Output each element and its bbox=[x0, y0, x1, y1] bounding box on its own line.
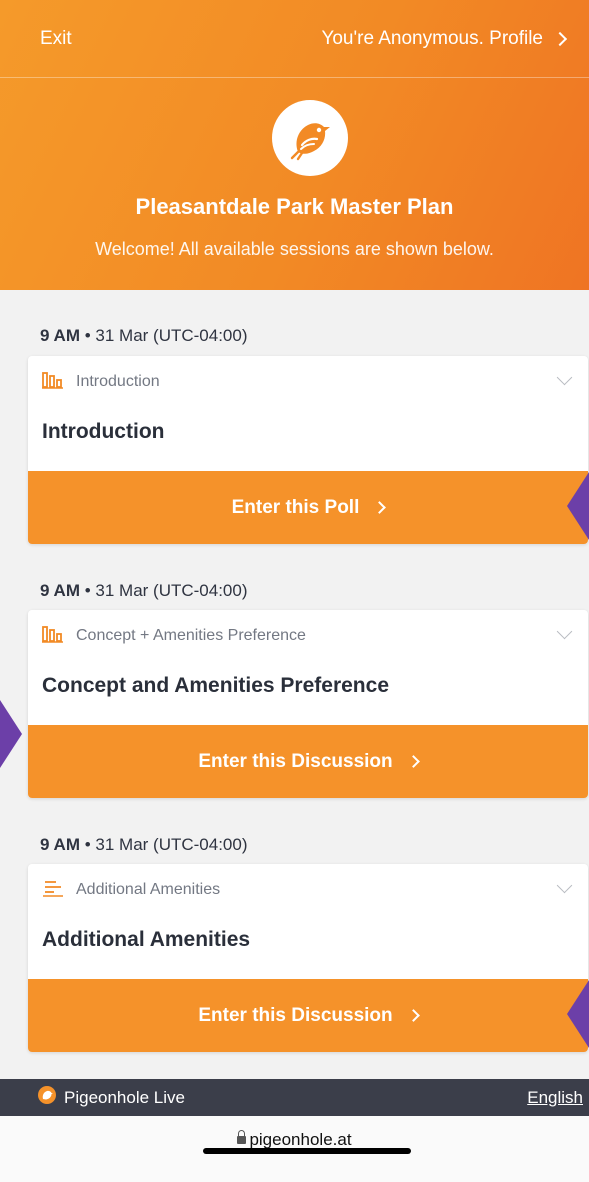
side-tab-right[interactable] bbox=[567, 980, 589, 1048]
footer-brand[interactable]: Pigeonhole Live bbox=[38, 1086, 185, 1109]
session-time-hour: 9 AM bbox=[40, 835, 80, 854]
language-selector[interactable]: English bbox=[527, 1088, 583, 1108]
chevron-down-icon[interactable] bbox=[556, 877, 573, 894]
session-title: Additional Amenities bbox=[42, 928, 251, 951]
enter-poll-button[interactable]: Enter this Poll bbox=[28, 471, 588, 544]
profile-link[interactable]: You're Anonymous. Profile bbox=[321, 27, 568, 50]
session-time: 9 AM • 31 Mar (UTC-04:00) bbox=[40, 835, 248, 855]
url-text: pigeonhole.at bbox=[249, 1130, 352, 1149]
session-time-hour: 9 AM bbox=[40, 326, 80, 345]
session-type-label: Introduction bbox=[76, 373, 160, 390]
session-time-hour: 9 AM bbox=[40, 581, 80, 600]
event-subtitle: Welcome! All available sessions are show… bbox=[95, 239, 494, 259]
session-type-label: Additional Amenities bbox=[76, 881, 221, 898]
poll-bars-icon bbox=[42, 371, 64, 394]
session-card-concept: Concept + Amenities Preference Concept a… bbox=[28, 610, 588, 798]
footer-brand-label: Pigeonhole Live bbox=[64, 1087, 185, 1107]
chevron-right-icon bbox=[406, 755, 420, 768]
session-time: 9 AM • 31 Mar (UTC-04:00) bbox=[40, 326, 248, 346]
session-time-date: • 31 Mar (UTC-04:00) bbox=[80, 581, 248, 600]
session-type-label: Concept + Amenities Preference bbox=[76, 627, 306, 644]
session-card-header[interactable]: Additional Amenities bbox=[28, 864, 588, 916]
chevron-down-icon[interactable] bbox=[556, 623, 573, 640]
session-title: Introduction bbox=[42, 420, 165, 443]
discussion-lines-icon bbox=[42, 879, 64, 902]
footer-bar: Pigeonhole Live English bbox=[0, 1079, 589, 1116]
session-card-header[interactable]: Introduction bbox=[28, 356, 588, 408]
session-card-header[interactable]: Concept + Amenities Preference bbox=[28, 610, 588, 662]
event-header: Exit You're Anonymous. Profile Pleasantd… bbox=[0, 0, 589, 290]
event-title: Pleasantdale Park Master Plan bbox=[135, 194, 454, 219]
session-card-introduction: Introduction Introduction Enter this Pol… bbox=[28, 356, 588, 544]
session-title: Concept and Amenities Preference bbox=[42, 674, 389, 697]
session-time-date: • 31 Mar (UTC-04:00) bbox=[80, 326, 248, 345]
enter-button-label: Enter this Discussion bbox=[198, 750, 393, 772]
chevron-right-icon bbox=[406, 1009, 420, 1022]
side-tab-right[interactable] bbox=[567, 472, 589, 540]
home-indicator[interactable] bbox=[203, 1148, 411, 1154]
top-bar: Exit You're Anonymous. Profile bbox=[0, 0, 589, 78]
session-time: 9 AM • 31 Mar (UTC-04:00) bbox=[40, 581, 248, 601]
chevron-right-icon bbox=[373, 501, 387, 514]
chevron-down-icon[interactable] bbox=[556, 369, 573, 386]
profile-label: You're Anonymous. Profile bbox=[321, 27, 543, 49]
lock-icon bbox=[237, 1130, 247, 1144]
enter-discussion-button[interactable]: Enter this Discussion bbox=[28, 979, 588, 1052]
enter-discussion-button[interactable]: Enter this Discussion bbox=[28, 725, 588, 798]
chevron-right-icon bbox=[552, 31, 568, 46]
session-card-additional-amenities: Additional Amenities Additional Amenitie… bbox=[28, 864, 588, 1052]
enter-button-label: Enter this Discussion bbox=[198, 1004, 393, 1026]
poll-bars-icon bbox=[42, 625, 64, 648]
side-tab-left[interactable] bbox=[0, 700, 22, 768]
enter-button-label: Enter this Poll bbox=[231, 496, 360, 518]
pigeonhole-logo-icon bbox=[38, 1086, 56, 1109]
url-display[interactable]: pigeonhole.at bbox=[0, 1130, 589, 1150]
exit-link[interactable]: Exit bbox=[40, 28, 72, 50]
pigeon-logo-icon bbox=[272, 100, 348, 176]
session-time-date: • 31 Mar (UTC-04:00) bbox=[80, 835, 248, 854]
